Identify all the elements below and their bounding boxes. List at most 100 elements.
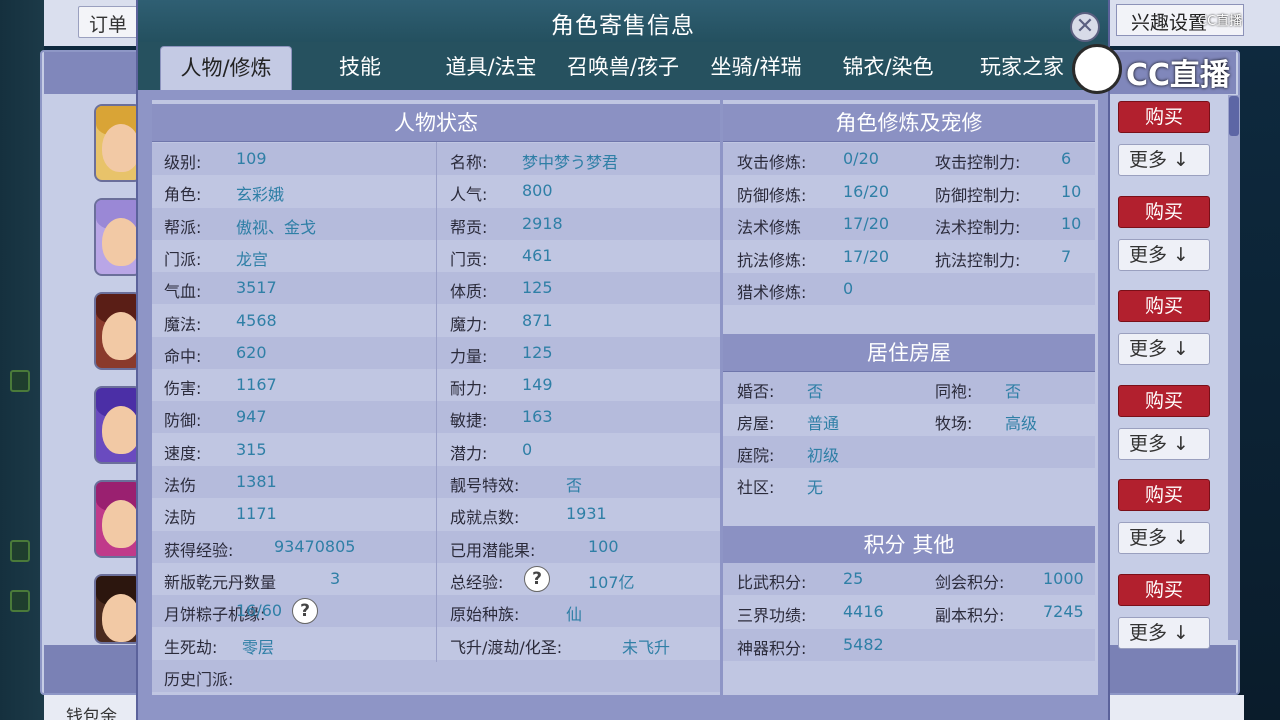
listing-scrollbar[interactable]: [1228, 95, 1240, 640]
field-label: 敏捷:: [450, 411, 488, 431]
field-value: 871: [522, 310, 553, 330]
field-label: 三界功绩:: [737, 606, 807, 625]
buy-button[interactable]: 购买: [1118, 196, 1210, 228]
tab-pets[interactable]: 召唤兽/孩子: [558, 46, 688, 90]
field-value: 7245: [1043, 602, 1084, 621]
field-value: 1381: [236, 472, 277, 491]
more-button[interactable]: 更多 ↓: [1118, 144, 1210, 176]
field-label: 庭院:: [737, 446, 775, 465]
field-label: 门派:: [164, 249, 202, 269]
field-label: 伤害:: [164, 379, 202, 399]
character-avatar[interactable]: [94, 480, 142, 558]
buy-button[interactable]: 购买: [1118, 479, 1210, 511]
listing-scrollbar-thumb[interactable]: [1229, 96, 1239, 136]
field-value: 107亿: [588, 572, 635, 592]
character-avatar[interactable]: [94, 574, 142, 644]
field-value: 0/20: [843, 149, 879, 168]
cc-logo-text: CC直播: [1126, 58, 1231, 93]
field-label: 房屋:: [737, 414, 775, 433]
field-value: 否: [1005, 382, 1022, 401]
field-label: 猎术修炼:: [737, 283, 807, 302]
field-value: 1167: [236, 375, 277, 395]
more-button[interactable]: 更多 ↓: [1118, 239, 1210, 271]
field-label: 帮派:: [164, 217, 202, 237]
more-button[interactable]: 更多 ↓: [1118, 333, 1210, 365]
field-value: 3517: [236, 278, 277, 298]
field-label: 同袍:: [935, 382, 973, 401]
field-label: 成就点数:: [450, 508, 520, 528]
field-value: 6: [1061, 149, 1072, 168]
field-label: 攻击修炼:: [737, 153, 807, 172]
field-label: 速度:: [164, 443, 202, 463]
tab-player-home[interactable]: 玩家之家: [960, 46, 1084, 90]
character-avatar[interactable]: [94, 386, 142, 464]
field-label: 抗法修炼:: [737, 250, 807, 270]
tab-outfits[interactable]: 锦衣/染色: [826, 46, 950, 90]
field-value: 零层: [242, 637, 275, 657]
field-value: 93470805: [274, 536, 356, 556]
field-value: 高级: [1005, 414, 1038, 433]
field-value: 10: [1061, 214, 1082, 233]
field-value: 龙宫: [236, 249, 269, 269]
tab-items[interactable]: 道具/法宝: [428, 46, 554, 90]
more-button[interactable]: 更多 ↓: [1118, 428, 1210, 460]
field-value: 仙: [566, 605, 583, 625]
tab-character[interactable]: 人物/修炼: [160, 46, 292, 90]
field-value: 0: [843, 279, 854, 298]
help-icon[interactable]: ?: [292, 598, 318, 625]
field-value: 否: [566, 476, 583, 495]
buy-button[interactable]: 购买: [1118, 290, 1210, 322]
housing-header: 居住房屋: [723, 334, 1095, 372]
field-value: 5482: [843, 635, 884, 654]
buy-button[interactable]: 购买: [1118, 101, 1210, 133]
field-label: 防御修炼:: [737, 185, 807, 205]
character-avatar[interactable]: [94, 292, 142, 370]
field-value: 461: [522, 245, 553, 265]
side-marker: [10, 540, 30, 562]
field-label: 飞升/渡劫/化圣:: [450, 637, 563, 657]
field-value: 2918: [522, 213, 563, 233]
cultivation-header: 角色修炼及宠修: [723, 104, 1095, 142]
field-label: 潜力:: [450, 443, 488, 463]
field-value: 16/60: [236, 601, 283, 621]
side-marker: [10, 590, 30, 612]
points-header: 积分 其他: [723, 526, 1095, 564]
tab-skills[interactable]: 技能: [302, 46, 418, 90]
field-value: 普通: [807, 414, 840, 433]
field-value: 620: [236, 342, 267, 362]
field-value: 25: [843, 569, 864, 588]
field-label: 气血:: [164, 282, 202, 302]
field-label: 魔力:: [450, 314, 488, 334]
field-label: 魔法:: [164, 314, 202, 334]
character-avatar[interactable]: [94, 104, 142, 182]
tab-mounts[interactable]: 坐骑/祥瑞: [694, 46, 818, 90]
field-value: 梦中梦う梦君: [522, 153, 619, 172]
field-value: 149: [522, 375, 553, 395]
left-side-strip: [0, 0, 44, 720]
field-value: 傲视、金戈: [236, 217, 317, 237]
field-label: 命中:: [164, 346, 202, 366]
close-icon[interactable]: ✕: [1070, 12, 1100, 42]
field-label: 靓号特效:: [450, 476, 520, 495]
buy-button[interactable]: 购买: [1118, 574, 1210, 606]
tab-bar: 人物/修炼 技能 道具/法宝 召唤兽/孩子 坐骑/祥瑞 锦衣/染色 玩家之家: [138, 42, 1108, 90]
field-value: 1931: [566, 504, 607, 524]
table-row: [723, 372, 1095, 404]
more-button[interactable]: 更多 ↓: [1118, 617, 1210, 649]
field-label: 法防: [164, 508, 197, 528]
field-value: 3: [330, 568, 341, 588]
character-avatar[interactable]: [94, 198, 142, 276]
buy-button[interactable]: 购买: [1118, 385, 1210, 417]
field-label: 牧场:: [935, 414, 973, 433]
field-label: 生死劫:: [164, 637, 218, 657]
column-divider: [436, 142, 437, 662]
field-value: 玄彩娥: [236, 185, 285, 205]
field-label: 防御:: [164, 411, 202, 431]
field-label: 法伤: [164, 476, 197, 495]
more-button[interactable]: 更多 ↓: [1118, 522, 1210, 554]
field-label: 攻击控制力:: [935, 153, 1021, 172]
field-label: 历史门派:: [164, 669, 234, 689]
field-label: 帮贡:: [450, 217, 488, 237]
help-icon[interactable]: ?: [524, 565, 550, 592]
field-label: 体质:: [450, 282, 488, 302]
